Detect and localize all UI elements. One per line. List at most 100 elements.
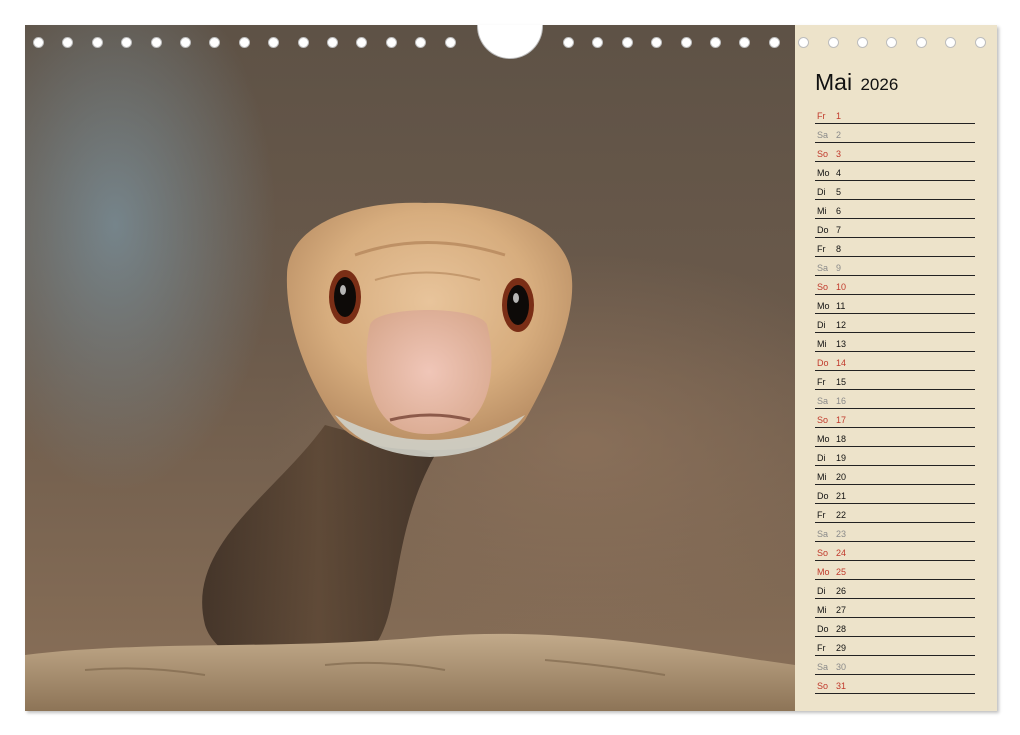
day-number: 2	[836, 130, 842, 140]
weekday-label: So	[817, 681, 829, 691]
weekday-label: Mo	[817, 567, 830, 577]
day-row: Sa 2	[815, 124, 975, 143]
day-number: 22	[836, 510, 847, 520]
day-number: 21	[836, 491, 847, 501]
day-number: 9	[836, 263, 842, 273]
snake-illustration	[25, 202, 795, 711]
day-row: Sa 23	[815, 523, 975, 542]
day-number: 16	[836, 396, 847, 406]
binding-hole	[651, 37, 663, 48]
binding-hole	[768, 37, 780, 48]
day-row: So 10	[815, 276, 975, 295]
weekday-label: Fr	[817, 111, 826, 121]
weekday-label: Di	[817, 187, 826, 197]
day-row: Mi 27	[815, 599, 975, 618]
month-name: Mai	[815, 69, 853, 95]
binding-hole	[356, 37, 368, 48]
weekday-label: Mo	[817, 434, 830, 444]
day-number: 13	[836, 339, 847, 349]
binding-hole	[974, 37, 986, 48]
day-number: 14	[836, 358, 847, 368]
day-number: 17	[836, 415, 847, 425]
day-row: Mi 6	[815, 200, 975, 219]
day-row: Do 28	[815, 618, 975, 637]
weekday-label: Sa	[817, 263, 829, 273]
day-number: 3	[836, 149, 842, 159]
weekday-label: Sa	[817, 130, 829, 140]
binding-hole	[121, 37, 133, 48]
weekday-label: Fr	[817, 377, 826, 387]
day-number: 15	[836, 377, 847, 387]
day-number: 27	[836, 605, 847, 615]
day-number: 30	[836, 662, 847, 672]
binding-hole	[563, 37, 574, 48]
day-row: Mi 20	[815, 466, 975, 485]
day-number: 4	[836, 168, 842, 178]
day-number: 5	[836, 187, 842, 197]
day-list: Fr 1 Sa 2 So 3 Mo 4 Di 5 Mi 6 Do 7 Fr 8 Sa 9 So 10 Mo 11 Di 12 M…	[815, 105, 975, 694]
weekday-label: Di	[817, 320, 826, 330]
binding-hole	[268, 37, 280, 48]
month-title: Mai 2026	[815, 69, 898, 96]
binding-hole	[91, 37, 103, 48]
day-row: So 17	[815, 409, 975, 428]
weekday-label: So	[817, 548, 829, 558]
calendar-sidebar: Mai 2026 Fr 1 Sa 2 So 3 Mo 4 Di 5 Mi 6 Do 7 Fr 8 Sa 9 So 10…	[795, 25, 997, 711]
binding-hole	[327, 37, 338, 48]
binding-hole	[739, 37, 751, 48]
day-number: 8	[836, 244, 842, 254]
binding-hole	[798, 37, 810, 48]
day-number: 20	[836, 472, 847, 482]
year-label: 2026	[860, 75, 899, 94]
day-row: Di 12	[815, 314, 975, 333]
weekday-label: So	[817, 282, 829, 292]
weekday-label: Mi	[817, 472, 827, 482]
day-number: 26	[836, 586, 847, 596]
weekday-label: Do	[817, 491, 829, 501]
calendar-page: Mai 2026 Fr 1 Sa 2 So 3 Mo 4 Di 5 Mi 6 Do 7 Fr 8 Sa 9 So 10…	[25, 25, 997, 711]
weekday-label: Fr	[817, 244, 826, 254]
weekday-label: Sa	[817, 662, 829, 672]
day-row: Sa 30	[815, 656, 975, 675]
day-number: 1	[836, 111, 842, 121]
weekday-label: Sa	[817, 396, 829, 406]
day-row: Di 5	[815, 181, 975, 200]
day-row: Do 21	[815, 485, 975, 504]
binding-hole	[33, 37, 44, 48]
binding-hole	[886, 37, 898, 48]
weekday-label: So	[817, 149, 829, 159]
snake-photo	[25, 25, 795, 711]
day-row: So 31	[815, 675, 975, 694]
day-row: Di 26	[815, 580, 975, 599]
weekday-label: Mi	[817, 206, 827, 216]
day-row: So 3	[815, 143, 975, 162]
day-number: 12	[836, 320, 847, 330]
day-row: Sa 9	[815, 257, 975, 276]
day-number: 19	[836, 453, 847, 463]
weekday-label: Do	[817, 358, 829, 368]
weekday-label: Mi	[817, 605, 827, 615]
weekday-label: Fr	[817, 510, 826, 520]
day-number: 18	[836, 434, 847, 444]
day-number: 6	[836, 206, 842, 216]
hanger-cutout	[477, 25, 543, 59]
binding-hole	[680, 37, 692, 48]
weekday-label: Di	[817, 453, 826, 463]
day-row: Di 19	[815, 447, 975, 466]
binding-hole	[62, 37, 74, 48]
weekday-label: Do	[817, 624, 829, 634]
day-row: Fr 22	[815, 504, 975, 523]
day-number: 25	[836, 567, 847, 577]
day-row: Fr 8	[815, 238, 975, 257]
day-row: Sa 16	[815, 390, 975, 409]
day-row: Do 14	[815, 352, 975, 371]
weekday-label: Fr	[817, 643, 826, 653]
day-number: 11	[836, 301, 846, 311]
binding-hole	[915, 37, 927, 48]
day-row: Fr 29	[815, 637, 975, 656]
weekday-label: So	[817, 415, 829, 425]
binding-hole	[297, 37, 309, 48]
binding-hole	[150, 37, 162, 48]
weekday-label: Mo	[817, 168, 830, 178]
binding-hole	[238, 37, 250, 48]
